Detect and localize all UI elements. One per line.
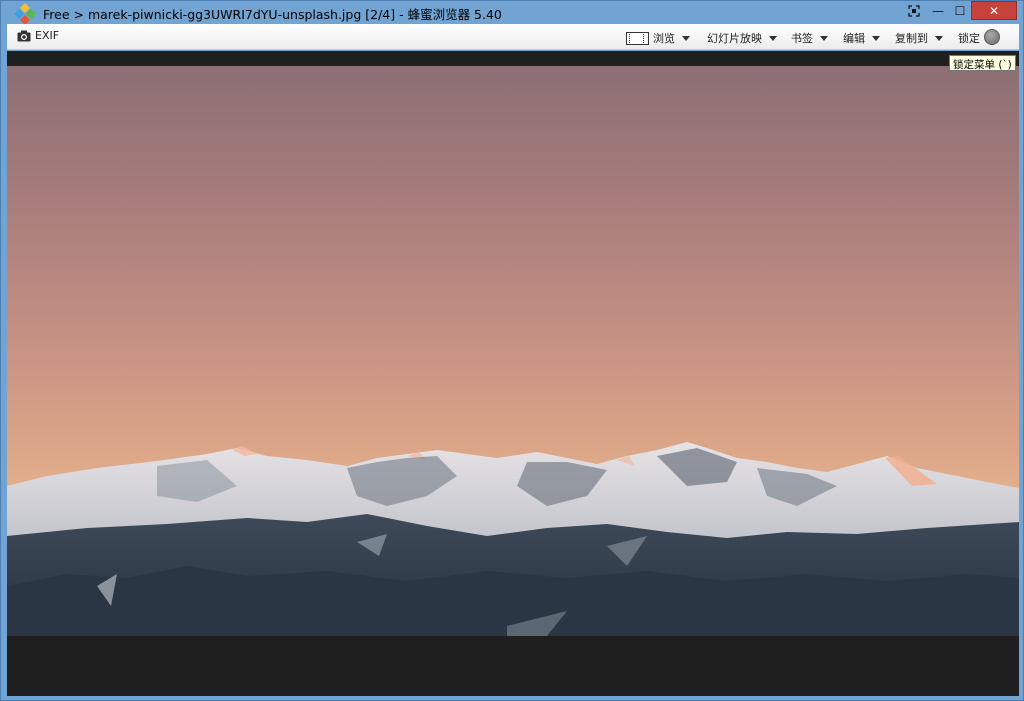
close-icon: ✕ [988, 3, 1000, 18]
fullscreen-button[interactable] [901, 1, 927, 21]
toolbar: EXIF 浏览 幻灯片放映 书签 编辑 复制到 锁定 [7, 24, 1019, 50]
slideshow-label: 幻灯片放映 [707, 32, 762, 45]
filmstrip-icon [626, 31, 649, 45]
minimize-icon: — [932, 4, 944, 18]
window-title: Free > marek-piwnicki-gg3UWRI7dYU-unspla… [43, 7, 502, 22]
exif-label: EXIF [35, 29, 60, 42]
chevron-down-icon [820, 35, 828, 41]
mountain-photo[interactable] [7, 66, 1019, 636]
copy-to-menu[interactable]: 复制到 [895, 30, 943, 46]
lock-menu-toggle[interactable]: 锁定 [958, 27, 1000, 46]
bookmark-menu[interactable]: 书签 [791, 30, 828, 46]
browse-menu[interactable]: 浏览 [626, 30, 690, 46]
exif-button[interactable]: EXIF [17, 29, 59, 42]
chevron-down-icon [769, 35, 777, 41]
minimize-button[interactable]: — [927, 1, 949, 21]
edit-label: 编辑 [843, 32, 865, 45]
lock-menu-tooltip: 锁定菜单 (`) [949, 55, 1016, 71]
image-viewer[interactable] [7, 51, 1019, 696]
camera-icon [17, 30, 31, 41]
title-bar[interactable]: Free > marek-piwnicki-gg3UWRI7dYU-unspla… [1, 1, 1023, 25]
maximize-icon: ☐ [954, 4, 966, 18]
browse-label: 浏览 [653, 32, 675, 45]
edit-menu[interactable]: 编辑 [843, 30, 880, 46]
chevron-down-icon [935, 35, 943, 41]
lock-label: 锁定 [958, 32, 980, 45]
lock-toggle-icon [984, 28, 1000, 45]
maximize-button[interactable]: ☐ [949, 1, 971, 21]
app-window: Free > marek-piwnicki-gg3UWRI7dYU-unspla… [0, 0, 1024, 701]
chevron-down-icon [682, 35, 690, 41]
fullscreen-icon [908, 5, 920, 17]
bookmark-label: 书签 [791, 32, 813, 45]
app-logo-icon [14, 3, 36, 25]
copy-to-label: 复制到 [895, 32, 928, 45]
slideshow-menu[interactable]: 幻灯片放映 [707, 30, 777, 46]
chevron-down-icon [872, 35, 880, 41]
close-button[interactable]: ✕ [971, 1, 1017, 20]
